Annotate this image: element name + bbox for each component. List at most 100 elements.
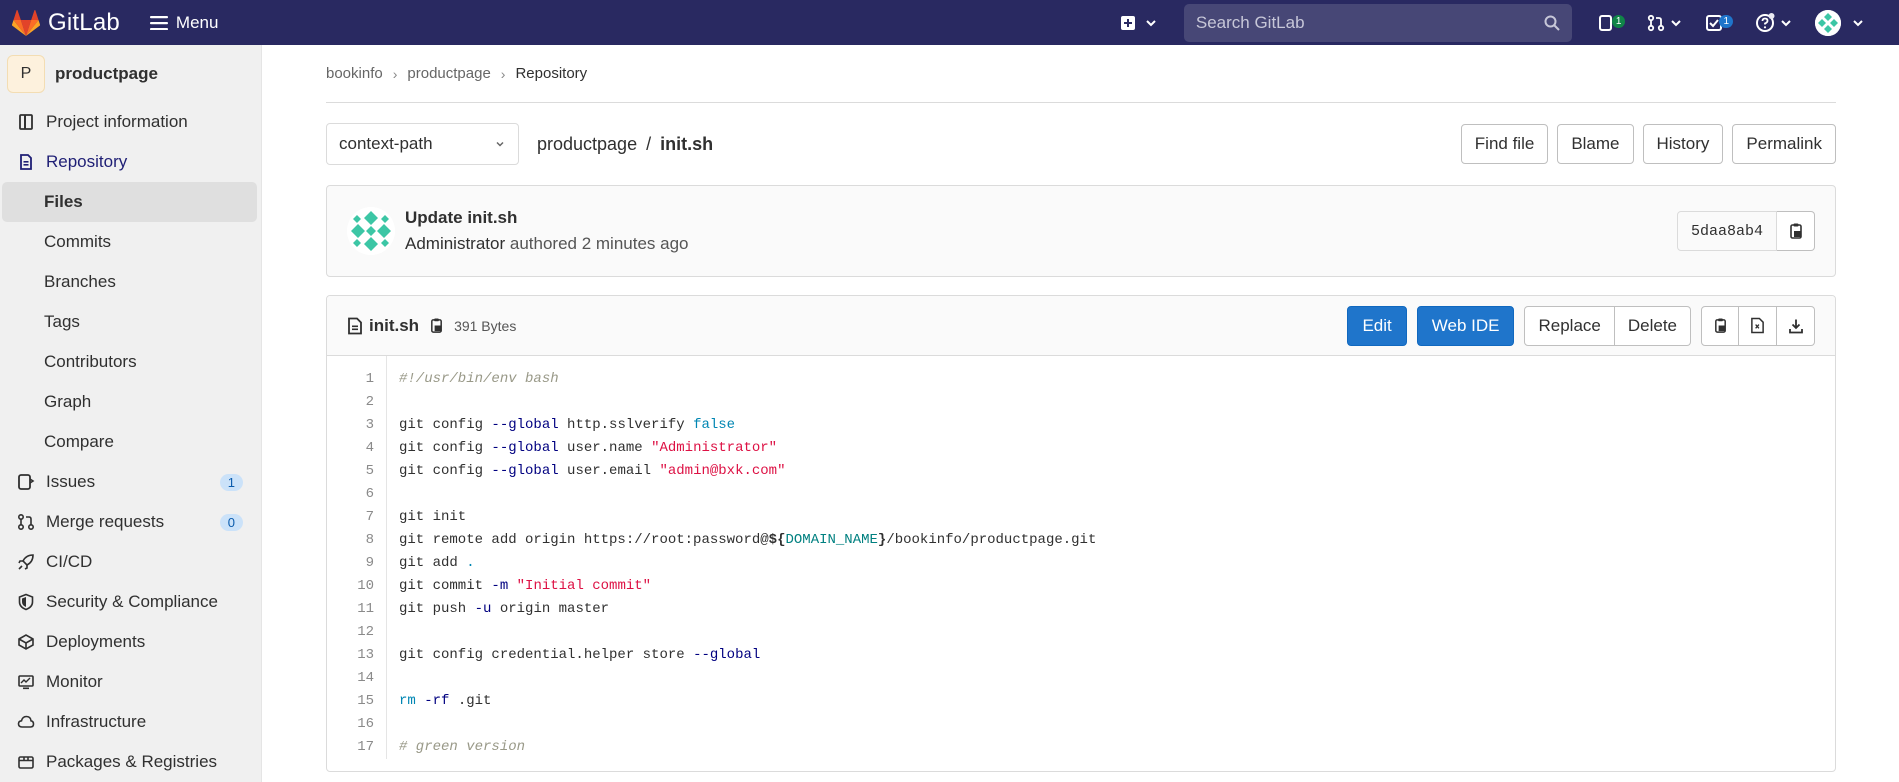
line-number[interactable]: 3 xyxy=(327,414,374,437)
line-number[interactable]: 2 xyxy=(327,391,374,414)
gitlab-logo[interactable]: GitLab xyxy=(12,9,120,37)
user-avatar xyxy=(1815,9,1841,36)
main-content: bookinfo › productpage › Repository cont… xyxy=(326,45,1836,772)
sidebar-item-project-information[interactable]: Project information xyxy=(0,102,261,142)
line-number[interactable]: 7 xyxy=(327,506,374,529)
search-input[interactable]: Search GitLab xyxy=(1183,3,1572,42)
history-button[interactable]: History xyxy=(1642,124,1724,164)
line-number[interactable]: 11 xyxy=(327,598,374,621)
commit-author-avatar[interactable] xyxy=(347,207,395,255)
path-separator: / xyxy=(646,133,652,154)
delete-button[interactable]: Delete xyxy=(1614,305,1691,346)
branch-selector[interactable]: context-path xyxy=(326,123,519,165)
file-size: 391 Bytes xyxy=(454,317,517,334)
web-ide-button[interactable]: Web IDE xyxy=(1416,305,1515,346)
sidebar-item-cicd[interactable]: CI/CD xyxy=(0,542,261,582)
line-number[interactable]: 10 xyxy=(327,575,374,598)
line-number[interactable]: 15 xyxy=(327,690,374,713)
breadcrumb: bookinfo › productpage › Repository xyxy=(326,45,1836,103)
commit-sha-label[interactable]: 5daa8ab4 xyxy=(1676,211,1777,251)
sidebar-subitem-commits[interactable]: Commits xyxy=(0,222,261,262)
find-file-button[interactable]: Find file xyxy=(1460,124,1549,164)
project-name: productpage xyxy=(55,63,158,83)
sidebar-item-repository[interactable]: Repository xyxy=(0,142,261,182)
blame-button[interactable]: Blame xyxy=(1557,124,1634,164)
search-icon xyxy=(1544,15,1560,31)
line-numbers: 1 2 3 4 5 6 7 8 9 10 11 12 13 14 15 16 17 xyxy=(327,356,387,759)
copy-contents-button[interactable] xyxy=(1701,305,1739,346)
cloud-icon xyxy=(16,712,36,732)
open-raw-button[interactable] xyxy=(1739,305,1777,346)
sidebar-subitem-graph[interactable]: Graph xyxy=(0,382,261,422)
permalink-button[interactable]: Permalink xyxy=(1732,124,1836,164)
sidebar-item-merge-requests[interactable]: Merge requests 0 xyxy=(0,502,261,542)
replace-button[interactable]: Replace xyxy=(1524,305,1615,346)
breadcrumb-current[interactable]: Repository xyxy=(515,65,587,82)
copy-clipboard-icon xyxy=(1714,318,1726,333)
commit-author-link[interactable]: Administrator xyxy=(405,234,505,253)
sidebar-subitem-compare[interactable]: Compare xyxy=(0,422,261,462)
line-number[interactable]: 16 xyxy=(327,713,374,736)
help-icon xyxy=(1756,12,1775,32)
sidebar-item-deployments[interactable]: Deployments xyxy=(0,622,261,662)
sidebar-item-label: Merge requests xyxy=(46,512,165,531)
sidebar-item-label: Repository xyxy=(46,152,128,171)
sidebar-item-label: Monitor xyxy=(46,672,103,691)
menu-button[interactable]: Menu xyxy=(149,12,219,33)
chevron-down-icon xyxy=(1146,19,1156,26)
sidebar-item-packages-registries[interactable]: Packages & Registries xyxy=(0,742,261,782)
line-number[interactable]: 6 xyxy=(327,483,374,506)
code-line: git remote add origin https://root:passw… xyxy=(399,532,1097,548)
merge-request-icon xyxy=(1648,14,1665,31)
sidebar-subitem-tags[interactable]: Tags xyxy=(0,302,261,342)
line-number[interactable]: 1 xyxy=(327,368,374,391)
new-dropdown-button[interactable] xyxy=(1120,15,1158,31)
sidebar-item-infrastructure[interactable]: Infrastructure xyxy=(0,702,261,742)
sidebar-item-security-compliance[interactable]: Security & Compliance xyxy=(0,582,261,622)
line-number[interactable]: 13 xyxy=(327,644,374,667)
commit-info: Update init.sh Administrator authored 2 … xyxy=(405,208,689,254)
issues-nav-button[interactable]: 1 xyxy=(1598,14,1626,32)
issues-count: 1 xyxy=(219,473,243,491)
copy-sha-button[interactable] xyxy=(1777,211,1815,251)
line-number[interactable]: 5 xyxy=(327,460,374,483)
line-number[interactable]: 14 xyxy=(327,667,374,690)
file-name: init.sh xyxy=(369,315,420,335)
merge-request-icon xyxy=(16,512,36,532)
line-number[interactable]: 8 xyxy=(327,529,374,552)
sidebar-subitem-branches[interactable]: Branches xyxy=(0,262,261,302)
line-number[interactable]: 12 xyxy=(327,621,374,644)
project-avatar: P xyxy=(7,54,45,93)
user-menu-button[interactable] xyxy=(1815,9,1865,36)
breadcrumb-group-link[interactable]: bookinfo xyxy=(326,65,383,82)
commit-title-link[interactable]: Update init.sh xyxy=(405,208,689,228)
identicon-icon xyxy=(1815,9,1841,36)
repository-icon xyxy=(16,152,36,172)
code-line: # green version xyxy=(399,739,526,755)
copy-file-path-button[interactable] xyxy=(429,317,444,334)
sidebar-project-header[interactable]: P productpage xyxy=(0,45,261,102)
help-nav-button[interactable] xyxy=(1755,12,1793,33)
sidebar-item-label: Infrastructure xyxy=(46,712,147,731)
breadcrumb-project-link[interactable]: productpage xyxy=(407,65,490,82)
code-line: git config --global user.email "admin@bx… xyxy=(399,463,786,479)
merge-requests-nav-button[interactable] xyxy=(1647,14,1683,32)
download-button[interactable] xyxy=(1777,305,1815,346)
line-number[interactable]: 4 xyxy=(327,437,374,460)
sidebar-item-monitor[interactable]: Monitor xyxy=(0,662,261,702)
sidebar-subitem-contributors[interactable]: Contributors xyxy=(0,342,261,382)
code-line: git config --global http.sslverify false xyxy=(399,417,736,433)
sidebar-item-issues[interactable]: Issues 1 xyxy=(0,462,261,502)
file-icon-buttons xyxy=(1701,305,1815,346)
sidebar-subitem-files[interactable]: Files xyxy=(2,182,257,222)
line-number[interactable]: 9 xyxy=(327,552,374,575)
replace-delete-group: Replace Delete xyxy=(1524,305,1691,346)
todos-nav-button[interactable]: 1 xyxy=(1705,14,1733,32)
path-root-link[interactable]: productpage xyxy=(537,134,637,154)
line-number[interactable]: 17 xyxy=(327,736,374,759)
code-lines: #!/usr/bin/env bash git config --global … xyxy=(387,356,1096,759)
edit-button[interactable]: Edit xyxy=(1347,305,1407,346)
menu-label: Menu xyxy=(175,12,219,32)
